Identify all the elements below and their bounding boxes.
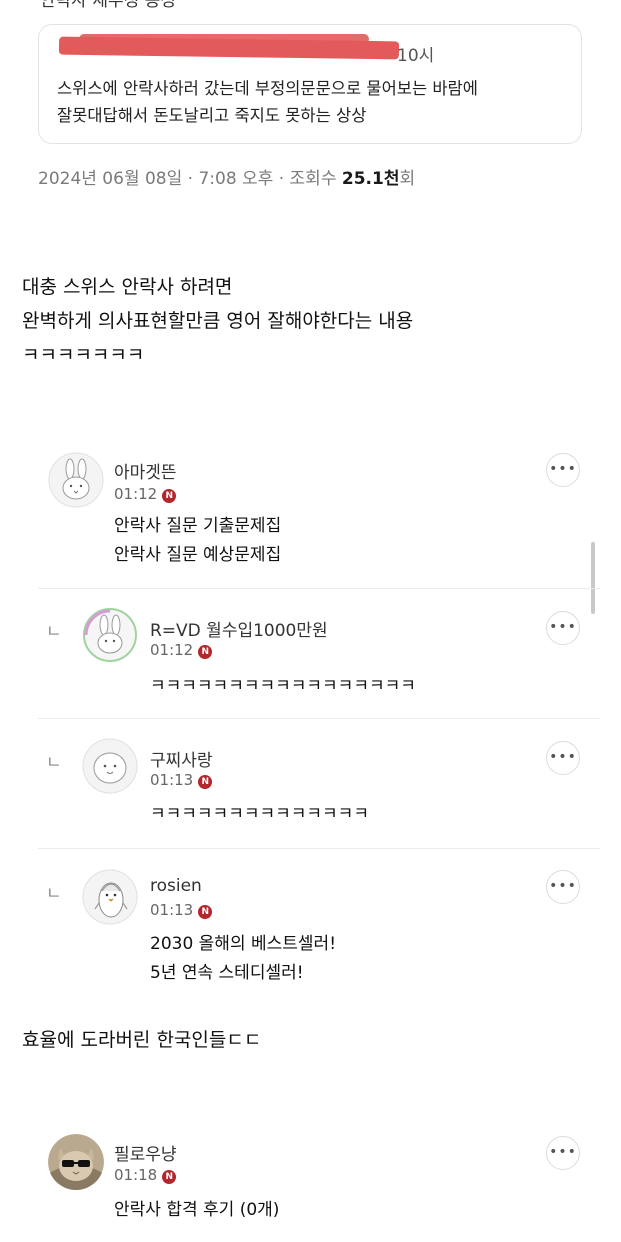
- avatar[interactable]: [48, 1134, 104, 1190]
- quote-line: 스위스에 안락사하러 갔는데 부정의문문으로 물어보는 바람에: [57, 79, 478, 98]
- more-options-button[interactable]: •••: [546, 611, 580, 645]
- comment-time: 01:12 N: [114, 485, 177, 503]
- new-badge: N: [198, 905, 213, 919]
- body-line: 완벽하게 의사표현할만큼 영어 잘해야한다는 내용: [22, 310, 414, 332]
- comment-time: 01:13 N: [150, 771, 213, 789]
- post-body-middle: 효율에 도라버린 한국인들ㄷㄷ: [22, 1029, 262, 1051]
- avatar[interactable]: [82, 607, 138, 663]
- more-options-button[interactable]: •••: [546, 1136, 580, 1170]
- comment-timestamp: 01:18: [114, 1166, 158, 1184]
- comment-timestamp: 01:13: [150, 901, 194, 919]
- comment-username[interactable]: R=VD 월수입1000만원: [150, 616, 328, 641]
- new-badge: N: [162, 489, 177, 503]
- comment-text: ㅋㅋㅋㅋㅋㅋㅋㅋㅋㅋㅋㅋㅋㅋ: [150, 800, 369, 829]
- redaction-mark: [79, 34, 369, 44]
- view-count: 25.1천: [341, 169, 400, 189]
- reply-indicator-icon: ㄴ: [46, 622, 62, 642]
- comment-username[interactable]: rosien: [150, 876, 202, 896]
- quote-text: 스위스에 안락사하러 갔는데 부정의문문으로 물어보는 바람에 잘못대답해서 돈…: [57, 75, 567, 129]
- comment-line: 안락사 질문 기출문제집: [114, 516, 282, 536]
- face-avatar-icon: [82, 738, 138, 794]
- avatar[interactable]: [82, 869, 138, 925]
- comment-timestamp: 01:12: [114, 485, 158, 503]
- comment-timestamp: 01:13: [150, 771, 194, 789]
- view-suffix: 회: [399, 169, 416, 189]
- post-body: 대충 스위스 안락사 하려면 완벽하게 의사표현할만큼 영어 잘해야한다는 내용…: [22, 270, 413, 372]
- quoted-post-card[interactable]: 10시 스위스에 안락사하러 갔는데 부정의문문으로 물어보는 바람에 잘못대답…: [38, 24, 582, 144]
- avatar[interactable]: [82, 738, 138, 794]
- comment-time: 01:12 N: [150, 641, 213, 659]
- quote-line: 잘못대답해서 돈도날리고 죽지도 못하는 상상: [57, 106, 367, 125]
- cat-sunglasses-avatar-icon: [48, 1134, 104, 1190]
- comment-text: 안락사 질문 기출문제집 안락사 질문 예상문제집: [114, 512, 281, 570]
- post-date: 2024년 06월 08일 · 7:08 오후 · 조회수: [38, 169, 342, 189]
- comment-line: 2030 올해의 베스트셀러!: [150, 934, 337, 954]
- comment-username[interactable]: 필로우냥: [114, 1140, 177, 1165]
- post-title: 안락사 세부정 몽성: [40, 0, 176, 11]
- divider: [38, 588, 600, 589]
- new-badge: N: [162, 1170, 177, 1184]
- reply-indicator-icon: ㄴ: [46, 884, 62, 904]
- rabbit-avatar-icon: [83, 608, 137, 662]
- rabbit-avatar-icon: [48, 452, 104, 508]
- new-badge: N: [198, 645, 213, 659]
- divider: [38, 848, 600, 849]
- comment-text: 안락사 합격 후기 (0개): [114, 1196, 279, 1225]
- divider: [38, 718, 600, 719]
- more-options-button[interactable]: •••: [546, 870, 580, 904]
- scrollbar[interactable]: [591, 542, 595, 614]
- comment-line: ㅋㅋㅋㅋㅋㅋㅋㅋㅋㅋㅋㅋㅋㅋㅋㅋㅋ: [150, 676, 416, 696]
- body-line: 대충 스위스 안락사 하려면: [22, 276, 233, 298]
- more-options-button[interactable]: •••: [546, 453, 580, 487]
- comment-line: ㅋㅋㅋㅋㅋㅋㅋㅋㅋㅋㅋㅋㅋㅋ: [150, 804, 369, 824]
- comment-line: 5년 연속 스테디셀러!: [150, 963, 304, 983]
- post-meta: 2024년 06월 08일 · 7:08 오후 · 조회수 25.1천회: [38, 164, 415, 189]
- reply-indicator-icon: ㄴ: [46, 753, 62, 773]
- quote-time: 10시: [397, 46, 435, 66]
- penguin-avatar-icon: [82, 869, 138, 925]
- comment-time: 01:13 N: [150, 901, 213, 919]
- comment-time: 01:18 N: [114, 1166, 177, 1184]
- comment-username[interactable]: 구찌사랑: [150, 746, 213, 771]
- comment-text: ㅋㅋㅋㅋㅋㅋㅋㅋㅋㅋㅋㅋㅋㅋㅋㅋㅋ: [150, 672, 416, 701]
- comment-timestamp: 01:12: [150, 641, 194, 659]
- comment-line: 안락사 질문 예상문제집: [114, 545, 282, 565]
- more-options-button[interactable]: •••: [546, 741, 580, 775]
- comment-text: 2030 올해의 베스트셀러! 5년 연속 스테디셀러!: [150, 930, 336, 988]
- avatar[interactable]: [48, 452, 104, 508]
- comment-line: 안락사 합격 후기 (0개): [114, 1200, 280, 1220]
- comment-username[interactable]: 아마겟뜬: [114, 458, 177, 483]
- new-badge: N: [198, 775, 213, 789]
- body-line: ㅋㅋㅋㅋㅋㅋㅋ: [22, 344, 145, 366]
